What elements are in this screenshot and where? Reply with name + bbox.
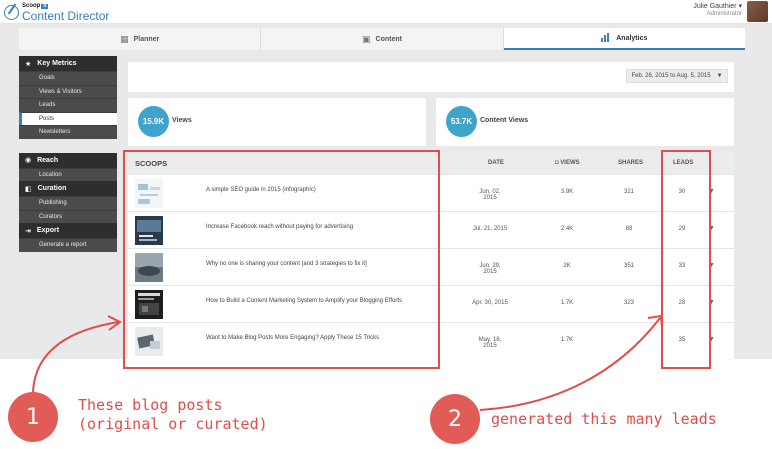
annotation-badge-one: 1 xyxy=(8,392,58,442)
arrow-one-path xyxy=(32,321,119,393)
annotation-arrows xyxy=(32,314,663,411)
annotation-text-one: These blog posts (original or curated) xyxy=(78,396,268,434)
annotation-line: (original or curated) xyxy=(78,414,268,433)
annotation-text-two: generated this many leads xyxy=(491,410,717,428)
arrow-two-path xyxy=(479,317,661,411)
annotation-badge-two: 2 xyxy=(430,394,480,444)
annotation-line: These blog posts xyxy=(78,396,223,414)
